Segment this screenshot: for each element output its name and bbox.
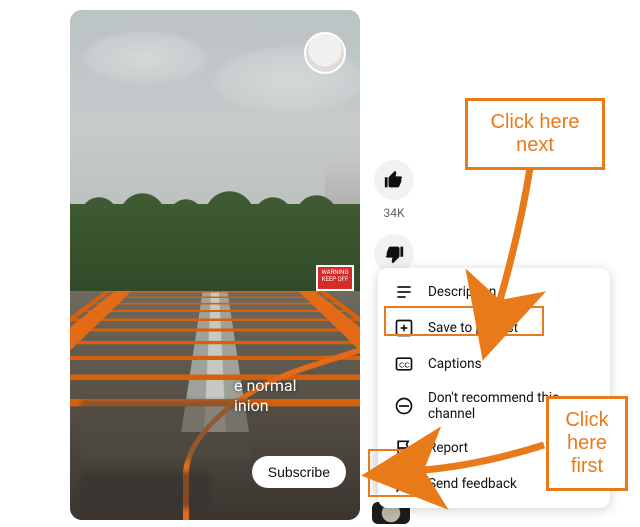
menu-item-label: Description	[428, 284, 496, 300]
menu-item-description[interactable]: Description	[378, 274, 610, 310]
subscribe-button[interactable]: Subscribe	[252, 456, 346, 488]
playlist-add-icon	[394, 318, 414, 338]
menu-item-label: Captions	[428, 356, 482, 372]
channel-avatar[interactable]	[304, 32, 346, 74]
feedback-icon	[394, 474, 414, 494]
menu-item-label: Save to playlist	[428, 320, 518, 336]
blurred-region	[80, 472, 210, 508]
annotation-callout-next: Click here next	[465, 98, 605, 170]
like-button[interactable]	[374, 160, 414, 200]
blurred-region	[80, 400, 250, 460]
action-column: 34K	[372, 160, 416, 274]
warning-sign: WARNING KEEP OFF	[316, 265, 354, 291]
thumbs-up-icon	[383, 169, 405, 191]
captions-icon: CC	[394, 354, 414, 374]
svg-text:CC: CC	[399, 360, 410, 369]
menu-item-label: Send feedback	[428, 476, 517, 492]
annotation-callout-first: Click here first	[546, 396, 628, 491]
menu-item-label: Report	[428, 440, 468, 456]
menu-item-save-to-playlist[interactable]: Save to playlist	[378, 310, 610, 346]
thumbs-down-icon	[383, 243, 405, 265]
shorts-video[interactable]: WARNING KEEP OFF e normal inion Subscrib…	[70, 10, 360, 520]
cloud	[80, 30, 210, 85]
block-icon	[394, 396, 414, 416]
like-count: 34K	[383, 206, 404, 220]
caption-line: inion	[234, 396, 269, 415]
video-caption: e normal inion	[234, 376, 344, 416]
description-icon	[394, 282, 414, 302]
flag-icon	[394, 438, 414, 458]
caption-line: e normal	[234, 376, 296, 395]
menu-item-captions[interactable]: CC Captions	[378, 346, 610, 382]
